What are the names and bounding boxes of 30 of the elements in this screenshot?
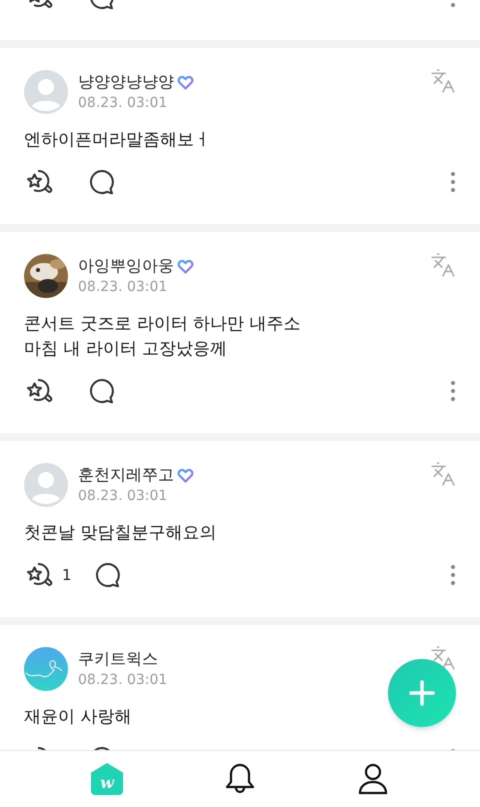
- author-name[interactable]: 훈천지레쭈고: [78, 464, 174, 486]
- profile-icon[interactable]: [357, 762, 389, 796]
- verified-icon: [177, 74, 194, 90]
- translate-icon[interactable]: [430, 68, 456, 94]
- avatar[interactable]: [24, 647, 68, 691]
- translate-icon[interactable]: [430, 252, 456, 278]
- more-icon[interactable]: [450, 380, 456, 402]
- verified-icon: [177, 258, 194, 274]
- more-icon[interactable]: [450, 564, 456, 586]
- notification-bell-icon[interactable]: [225, 762, 255, 796]
- author-name[interactable]: 아잉뿌잉아웅: [78, 255, 174, 277]
- comment-icon[interactable]: [94, 561, 122, 589]
- plus-icon: [409, 680, 435, 706]
- post-time: 08.23. 03:01: [78, 94, 168, 113]
- verified-icon: [177, 468, 194, 482]
- post-text: 첫콘날 맞담칠분구해요의: [24, 522, 216, 545]
- post-text: 엔하이픈머라말좀해보ㅓ: [24, 129, 211, 152]
- translate-icon[interactable]: [430, 461, 456, 487]
- author-name[interactable]: 냥양양냥냥양: [78, 71, 174, 93]
- post-time: 08.23. 03:01: [78, 278, 168, 297]
- comment-icon[interactable]: [88, 377, 116, 405]
- post-time: 08.23. 03:01: [78, 487, 168, 506]
- post-text: 콘서트 굿즈로 라이터 하나만 내주소 마침 내 라이터 고장났응께: [24, 313, 301, 361]
- comment-icon[interactable]: [88, 168, 116, 196]
- post-time: 08.23. 03:01: [78, 671, 168, 690]
- more-icon[interactable]: [450, 171, 456, 193]
- post-text: 재윤이 사랑해: [24, 706, 132, 729]
- translate-icon[interactable]: [430, 645, 456, 671]
- author-name[interactable]: 쿠키트윅스: [78, 648, 158, 670]
- reaction-count: 1: [62, 564, 72, 586]
